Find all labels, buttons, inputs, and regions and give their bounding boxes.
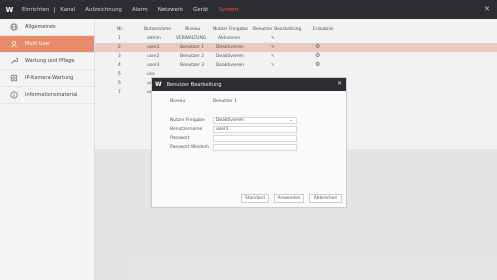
niveau-value: Benutzer 1 xyxy=(213,99,238,104)
sidebar-item-label: Multi User xyxy=(25,41,51,47)
sidebar-item-multi-user[interactable]: Multi User xyxy=(0,36,94,53)
sidebar-item-label: IP-Kamera-Wartung xyxy=(25,75,74,81)
users-icon xyxy=(9,40,19,48)
wrench-icon xyxy=(9,57,19,65)
top-menu-bar: W Einrichten Kanal Aufzeichnung Alarm Ne… xyxy=(0,0,497,19)
app-logo-icon: W xyxy=(155,81,162,88)
sidebar-item-information[interactable]: Informationsmaterial xyxy=(0,87,94,104)
password-repeat-field[interactable] xyxy=(213,144,297,151)
user-edit-dialog: W Benutzer Bearbeitung ✕ Niveau Benutzer… xyxy=(151,77,347,208)
menu-item-alarm[interactable]: Alarm xyxy=(127,0,153,19)
dialog-title: Benutzer Bearbeitung xyxy=(166,81,222,88)
camera-icon xyxy=(9,74,19,82)
sidebar-item-wartung[interactable]: Wartung und Pflege xyxy=(0,53,94,70)
menu-item-kanal[interactable]: Kanal xyxy=(55,0,80,19)
username-label: Benutzername xyxy=(170,127,203,132)
dialog-title-bar: W Benutzer Bearbeitung xyxy=(152,78,346,91)
freigabe-select-value: Deaktivieren xyxy=(216,118,244,123)
menu-item-system[interactable]: System xyxy=(213,0,243,19)
sidebar-item-label: Allgemeines xyxy=(25,24,56,30)
sidebar-item-label: Wartung und Pflege xyxy=(25,58,75,64)
freigabe-label: Nutzer Freigabe xyxy=(170,118,205,123)
app-logo-icon: W xyxy=(5,5,14,14)
main-menu: Einrichten Kanal Aufzeichnung Alarm Netz… xyxy=(17,0,243,19)
sidebar-item-ip-kamera[interactable]: IP-Kamera-Wartung xyxy=(0,70,94,87)
password-repeat-label: Passwort Wiederh xyxy=(170,145,210,150)
chevron-down-icon: ⌄ xyxy=(289,118,293,123)
sidebar: Allgemeines Multi User Wartung und Pfleg… xyxy=(0,19,95,280)
apply-button[interactable]: Anwenden xyxy=(274,194,304,203)
info-icon xyxy=(9,91,19,99)
username-field[interactable]: user1 xyxy=(213,126,297,133)
menu-item-aufzeichnung[interactable]: Aufzeichnung xyxy=(80,0,127,19)
sidebar-item-label: Informationsmaterial xyxy=(25,92,78,98)
menu-item-einrichten[interactable]: Einrichten xyxy=(17,0,54,19)
default-button[interactable]: Standard xyxy=(241,194,269,203)
cancel-button[interactable]: Abbrechen xyxy=(309,194,342,203)
dialog-close-icon[interactable]: ✕ xyxy=(337,80,342,87)
freigabe-select[interactable]: Deaktivieren ⌄ xyxy=(213,117,297,124)
password-field[interactable] xyxy=(213,135,297,142)
sidebar-item-allgemeines[interactable]: Allgemeines xyxy=(0,19,94,36)
menu-item-geraet[interactable]: Gerät xyxy=(188,0,213,19)
niveau-label: Niveau xyxy=(170,99,186,104)
close-icon[interactable]: ✕ xyxy=(484,5,490,13)
globe-icon xyxy=(9,23,19,31)
menu-item-netzwerk[interactable]: Netzwerk xyxy=(153,0,188,19)
password-label: Passwort xyxy=(170,136,190,141)
